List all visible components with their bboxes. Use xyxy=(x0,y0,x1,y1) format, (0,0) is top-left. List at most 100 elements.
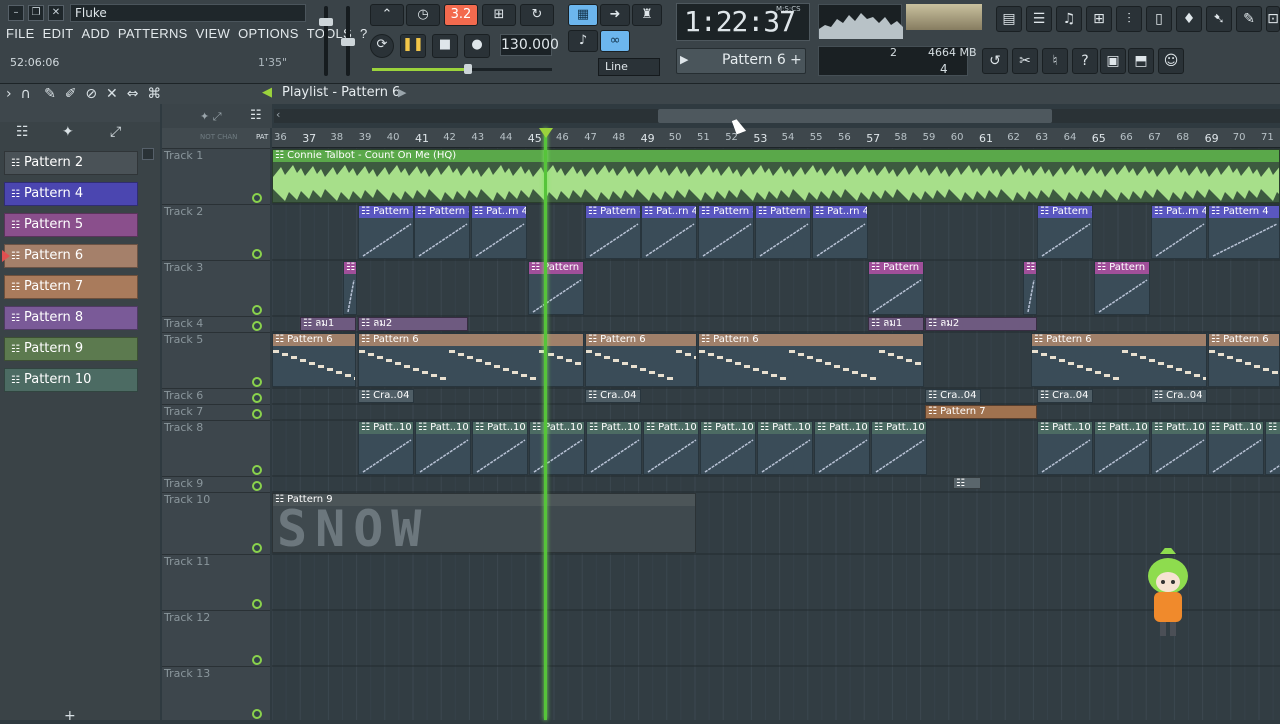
playlist-clip[interactable]: ☷ Patt..10 xyxy=(415,421,471,475)
scissors-icon[interactable]: ✂ xyxy=(1012,48,1038,74)
playlist-clip[interactable]: ☷ Pattern 7 xyxy=(925,405,1037,419)
track-mute-icon[interactable] xyxy=(252,393,262,403)
scroll-left-icon[interactable]: ‹ xyxy=(276,108,280,121)
track-header[interactable]: Track 8 xyxy=(162,420,270,476)
playlist-clip[interactable]: ☷ Pattern 6 xyxy=(1031,333,1207,387)
mic-icon[interactable]: ♮ xyxy=(1042,48,1068,74)
playlist-clip[interactable]: ☷ Patt..10 xyxy=(1208,421,1264,475)
playlist-clip[interactable]: ☷ Pattern 4 xyxy=(698,205,754,259)
playlist-clip[interactable]: ☷ Patt..10 xyxy=(700,421,756,475)
loop-record-icon[interactable]: ↻ xyxy=(520,4,554,26)
export-icon[interactable]: ⬒ xyxy=(1128,48,1154,74)
add-icon[interactable]: + xyxy=(64,708,76,724)
track-mute-icon[interactable] xyxy=(252,249,262,259)
track-header[interactable]: Track 7 xyxy=(162,404,270,420)
metronome-icon[interactable]: ⌃ xyxy=(370,4,404,26)
pattern-tree-icon[interactable]: ⊞ xyxy=(1086,6,1112,32)
delete-icon[interactable]: ⊘ xyxy=(85,86,97,102)
save-icon[interactable]: ▣ xyxy=(1100,48,1126,74)
restore-icon[interactable]: ❐ xyxy=(28,5,44,21)
pencil-icon[interactable]: ✎ xyxy=(44,86,56,102)
pattern-prev-icon[interactable]: ▶ xyxy=(680,53,688,66)
playlist-clip[interactable]: ☷ Connie Talbot - Count On Me (HQ) xyxy=(272,149,1280,203)
playlist-clip[interactable]: ☷ Patt..10 xyxy=(814,421,870,475)
track-mute-icon[interactable] xyxy=(252,377,262,387)
title-chevron-icon[interactable]: ▶ xyxy=(398,86,406,99)
playlist-clip[interactable]: ☷ Pattern 5 xyxy=(868,261,924,315)
playlist-clip[interactable]: ☷ Pattern 5 xyxy=(528,261,584,315)
track-mute-icon[interactable] xyxy=(252,655,262,665)
playlist-clip[interactable]: ☷ Patt..10 xyxy=(1037,421,1093,475)
step-toggle-button[interactable]: 3.2 xyxy=(444,4,478,26)
playlist-icon[interactable]: ▤ xyxy=(996,6,1022,32)
playlist-clip[interactable]: ☷ Pat..rn 4 xyxy=(641,205,697,259)
picker-pattern-5[interactable]: ☷ Pattern 5 xyxy=(4,213,138,237)
track-header[interactable]: Track 9 xyxy=(162,476,270,492)
picker-patterns-icon[interactable]: ☷ xyxy=(16,124,29,140)
file-icon[interactable]: ▯ xyxy=(1146,6,1172,32)
playlist-clip[interactable]: ☷ Patt..10 xyxy=(529,421,585,475)
song-position-handle[interactable] xyxy=(464,64,472,74)
pattern-add-icon[interactable]: + xyxy=(790,52,802,68)
playlist-clip[interactable]: ☷ Patt..10 xyxy=(472,421,528,475)
track-mute-icon[interactable] xyxy=(252,465,262,475)
playlist-clip[interactable]: ☷ Pattern 4 xyxy=(358,205,414,259)
brush-icon[interactable]: ♪ xyxy=(568,30,598,52)
master-pitch-knob[interactable] xyxy=(341,38,355,46)
minimize-icon[interactable]: – xyxy=(8,5,24,21)
picker-pattern-8[interactable]: ☷ Pattern 8 xyxy=(4,306,138,330)
menu-patterns[interactable]: PATTERNS xyxy=(118,26,188,46)
track-header[interactable]: Track 1 xyxy=(162,148,270,204)
master-volume-knob[interactable] xyxy=(319,18,333,26)
paint-icon[interactable]: ✐ xyxy=(65,86,77,102)
playlist-clip[interactable]: ☷ Patt..10 xyxy=(586,421,642,475)
track-header[interactable]: Track 12 xyxy=(162,610,270,666)
menu-file[interactable]: FILE xyxy=(6,26,35,46)
master-volume-slider[interactable] xyxy=(324,6,328,76)
more-icon[interactable]: ⊡ xyxy=(1266,6,1280,32)
playlist-clip[interactable]: ☷ Pattern 9 SNOW xyxy=(272,493,696,553)
picker-pattern-7[interactable]: ☷ Pattern 7 xyxy=(4,275,138,299)
playlist-clip[interactable]: ☷ ลม2 xyxy=(358,317,468,331)
picker-pattern-4[interactable]: ☷ Pattern 4 xyxy=(4,182,138,206)
playlist-clip[interactable]: ☷ ลม1 xyxy=(868,317,924,331)
playlist-clip[interactable]: ☷ Patt..10 xyxy=(643,421,699,475)
playhead-marker[interactable] xyxy=(539,128,553,138)
track-header[interactable]: Track 5 xyxy=(162,332,270,388)
wait-record-icon[interactable]: ◷ xyxy=(406,4,440,26)
playhead[interactable] xyxy=(544,128,547,720)
picker-automation-icon[interactable]: ⤢ xyxy=(110,124,121,140)
picker-audio-icon[interactable]: ✦ xyxy=(62,124,74,140)
chat-icon[interactable]: ☺ xyxy=(1158,48,1184,74)
mute-icon[interactable]: ✕ xyxy=(106,86,118,102)
help-icon[interactable]: ? xyxy=(1072,48,1098,74)
playlist-clip[interactable]: ☷ Patt..10 xyxy=(871,421,927,475)
playlist-clip[interactable]: ☷ Cra..04 xyxy=(1151,389,1207,403)
scrollbar-thumb[interactable] xyxy=(658,109,1052,123)
track-mute-icon[interactable] xyxy=(252,481,262,491)
playlist-clip[interactable]: ☷ Cra..04 xyxy=(925,389,981,403)
undo-icon[interactable]: ↺ xyxy=(982,48,1008,74)
playlist-clip[interactable]: ☷ Cra..04 xyxy=(1037,389,1093,403)
playlist-clip[interactable]: ☷ Pattern 4 xyxy=(1208,205,1280,259)
playlist-clip[interactable]: ☷ Pattern 6 xyxy=(698,333,924,387)
playlist-clip[interactable]: ☷ ลม1 xyxy=(300,317,356,331)
track-mute-icon[interactable] xyxy=(252,599,262,609)
pause-icon[interactable]: ❚❚ xyxy=(400,34,426,58)
track-header[interactable]: Track 13 xyxy=(162,666,270,720)
playlist-clip[interactable]: ☷ Pattern 6 xyxy=(1208,333,1280,387)
stop-icon[interactable]: ■ xyxy=(432,34,458,58)
menu-view[interactable]: VIEW xyxy=(196,26,230,46)
typing-keyboard-icon[interactable]: ▦ xyxy=(568,4,598,26)
track-mute-icon[interactable] xyxy=(252,305,262,315)
playlist-clip[interactable]: ☷ Patt..10 xyxy=(1151,421,1207,475)
track-header[interactable]: Track 11 xyxy=(162,554,270,610)
track-mute-icon[interactable] xyxy=(252,321,262,331)
track-mute-icon[interactable] xyxy=(252,543,262,553)
playlist-clip[interactable]: ☷ Pattern 6 xyxy=(272,333,356,387)
track-header[interactable]: Track 3 xyxy=(162,260,270,316)
picker-scroll-up[interactable] xyxy=(142,148,154,160)
slip-icon[interactable]: ⇔ xyxy=(127,86,139,102)
arrow-icon[interactable]: › xyxy=(6,86,12,102)
playlist-clip[interactable]: ☷ Pat..rn 4 xyxy=(1151,205,1207,259)
